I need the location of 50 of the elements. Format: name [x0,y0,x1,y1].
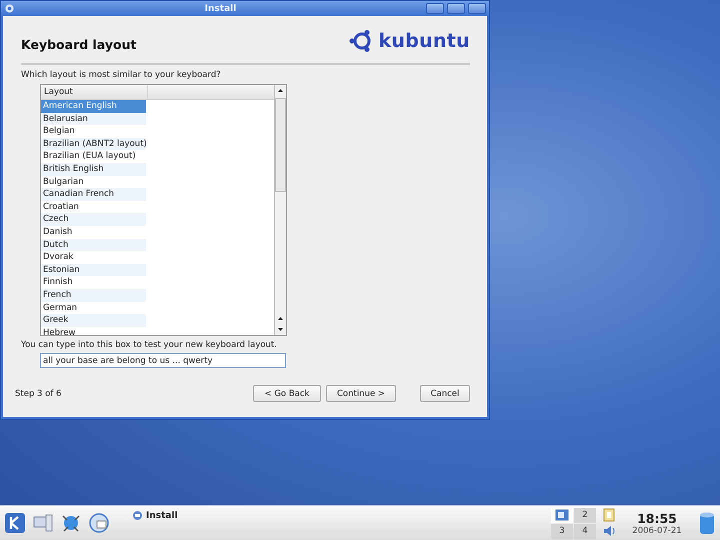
layout-item[interactable]: Brazilian (ABNT2 layout) [41,138,146,150]
clock-date: 2006-07-21 [632,526,682,536]
installer-icon [132,510,143,521]
wizard-button[interactable]: < Go Back [253,385,321,402]
speaker-icon[interactable] [602,524,616,538]
logo-text: kubuntu [378,30,470,52]
layout-item[interactable]: Croatian [41,200,146,214]
close-button[interactable] [468,3,486,14]
desktop-cell[interactable] [551,508,573,522]
layout-item[interactable]: Danish [41,226,146,239]
layout-item[interactable]: Brazilian (EUA layout) [41,150,146,163]
wizard-button[interactable]: Continue > [326,385,396,402]
clock[interactable]: 18:55 2006-07-21 [622,510,692,536]
wizard-button[interactable]: Cancel [420,385,470,402]
page-heading: Keyboard layout [21,36,136,52]
question-label: Which layout is most similar to your keyboard? [21,70,222,80]
layout-item[interactable]: French [41,288,146,302]
layout-item[interactable]: Czech [41,213,146,226]
clock-time: 18:55 [637,510,677,526]
desktop-cell[interactable]: 4 [574,524,596,538]
window-title: Install [204,4,238,14]
desktop-cell[interactable]: 3 [551,524,573,538]
computer-icon[interactable] [32,512,54,534]
scroll-thumb[interactable] [275,98,286,192]
layout-item[interactable]: Canadian French [41,188,146,201]
app-menu-icon[interactable] [4,3,15,14]
layout-item[interactable]: Dvorak [41,251,146,264]
scrollbar[interactable] [274,85,286,335]
layout-item[interactable]: Greek [41,314,146,327]
layout-item[interactable]: Hebrew [41,326,146,340]
k-menu-icon[interactable] [4,512,26,534]
layout-item[interactable]: Bulgarian [41,176,146,188]
layout-item[interactable]: Dutch [41,238,146,252]
window-thumbnail-icon [555,509,569,521]
step-label: Step 3 of 6 [15,388,62,398]
taskbar-item[interactable]: Install [132,510,178,521]
layout-item[interactable]: Belgian [41,125,146,138]
layout-item[interactable]: British English [41,162,146,176]
minimize-button[interactable] [426,3,444,14]
test-hint: You can type into this box to test your new keyboard layout. [21,340,278,350]
task-label: Install [146,510,178,520]
maximize-button[interactable] [447,3,465,14]
layout-item[interactable]: Belarusian [41,112,146,126]
trash-icon[interactable] [698,510,716,536]
desktop-cell[interactable]: 2 [574,508,596,522]
clipboard-icon[interactable] [602,508,616,522]
test-input-field[interactable]: all your base are belong to us ... qwerty [40,353,286,368]
layout-item[interactable]: German [41,302,146,314]
layout-item[interactable]: Estonian [41,264,146,276]
layout-item[interactable]: Finnish [41,276,146,289]
